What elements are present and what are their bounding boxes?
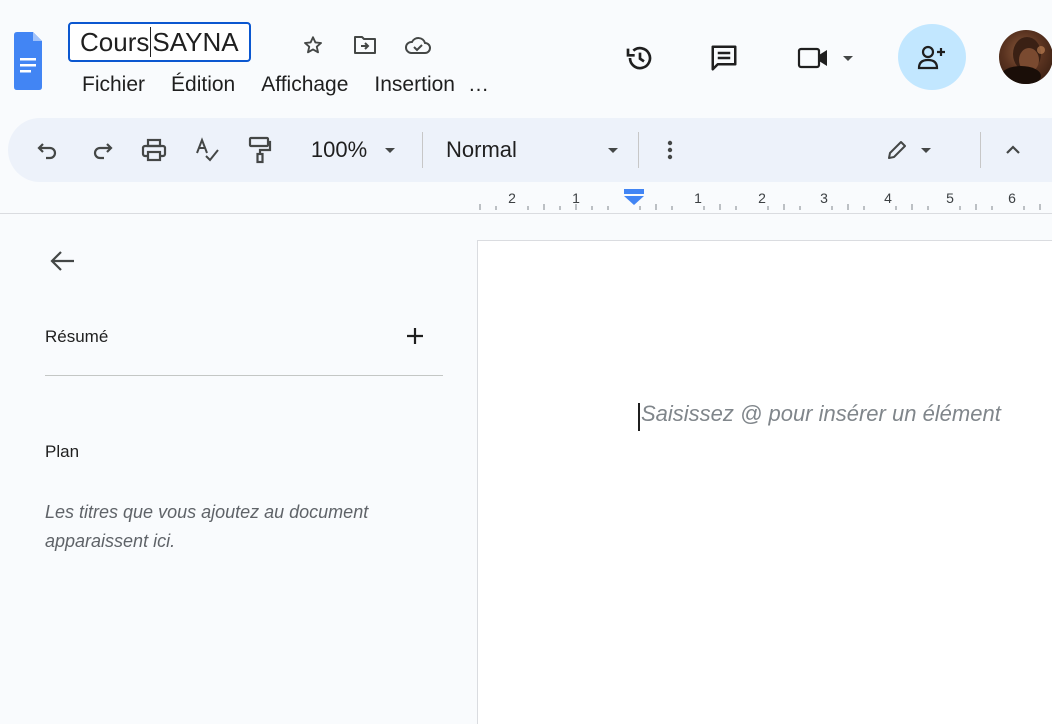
ruler-label: 1 bbox=[572, 190, 580, 206]
chevron-up-icon bbox=[1006, 145, 1020, 154]
google-docs-app: Cours SAYNA Fichier Édition Affichage In… bbox=[0, 0, 1052, 724]
main-toolbar: 100% Normal bbox=[8, 118, 1052, 182]
add-summary-button[interactable] bbox=[400, 321, 430, 351]
toolbar-divider bbox=[422, 132, 423, 168]
panel-divider bbox=[45, 375, 443, 376]
ruler-label: 1 bbox=[694, 190, 702, 206]
chevron-down-icon bbox=[921, 148, 931, 153]
zoom-select[interactable]: 100% bbox=[298, 118, 410, 182]
ruler-label: 5 bbox=[946, 190, 954, 206]
text-cursor bbox=[638, 403, 640, 431]
top-header: Cours SAYNA Fichier Édition Affichage In… bbox=[0, 0, 1052, 112]
print-icon bbox=[141, 138, 167, 162]
print-button[interactable] bbox=[136, 118, 172, 182]
paint-format-button[interactable] bbox=[242, 118, 278, 182]
toolbar-divider bbox=[638, 132, 639, 168]
chevron-down-icon bbox=[843, 56, 853, 61]
ruler-label: 4 bbox=[884, 190, 892, 206]
move-folder-icon[interactable] bbox=[350, 32, 380, 58]
more-options-button[interactable] bbox=[658, 118, 682, 182]
document-title-input[interactable]: Cours SAYNA bbox=[68, 22, 251, 62]
editing-mode-button[interactable] bbox=[874, 118, 944, 182]
chevron-down-icon bbox=[385, 148, 396, 153]
undo-button[interactable] bbox=[32, 118, 64, 182]
chevron-down-icon bbox=[608, 148, 618, 153]
ruler-label: 2 bbox=[508, 190, 516, 206]
meet-camera-button[interactable] bbox=[790, 38, 862, 78]
cloud-saved-icon[interactable] bbox=[402, 32, 434, 58]
outline-label: Plan bbox=[45, 442, 80, 461]
docs-logo-icon[interactable] bbox=[14, 32, 42, 90]
summary-label: Résumé bbox=[45, 327, 109, 346]
meet-camera-icon bbox=[797, 47, 827, 69]
ruler-label: 6 bbox=[1008, 190, 1016, 206]
menu-view[interactable]: Affichage bbox=[248, 73, 361, 97]
toolbar-divider bbox=[980, 132, 981, 168]
share-button[interactable] bbox=[898, 24, 966, 90]
history-icon[interactable] bbox=[620, 38, 660, 78]
document-page[interactable]: Saisissez @ pour insérer un élément bbox=[477, 240, 1052, 724]
redo-icon bbox=[93, 143, 113, 160]
document-title-part2: SAYNA bbox=[152, 26, 239, 57]
more-vert-icon bbox=[667, 140, 673, 160]
menu-insert[interactable]: Insertion bbox=[361, 73, 468, 97]
redo-button[interactable] bbox=[86, 118, 118, 182]
body-placeholder: Saisissez @ pour insérer un élément bbox=[641, 401, 1001, 426]
outline-empty-hint: Les titres que vous ajoutez au document … bbox=[45, 502, 369, 551]
paragraph-style-value: Normal bbox=[446, 137, 517, 162]
paragraph-style-select[interactable]: Normal bbox=[440, 118, 626, 182]
ruler-label: 3 bbox=[820, 190, 828, 206]
person-add-icon bbox=[917, 45, 945, 70]
spellcheck-button[interactable] bbox=[190, 118, 224, 182]
menu-more[interactable]: … bbox=[468, 73, 502, 97]
menu-file[interactable]: Fichier bbox=[70, 73, 158, 97]
collapse-toolbar-button[interactable] bbox=[996, 118, 1030, 182]
close-outline-button[interactable] bbox=[44, 243, 80, 279]
ruler-label: 2 bbox=[758, 190, 766, 206]
comments-icon[interactable] bbox=[704, 38, 744, 78]
plus-icon bbox=[407, 328, 423, 344]
star-icon[interactable] bbox=[300, 32, 326, 58]
document-title-part1: Cours bbox=[80, 26, 150, 57]
indent-marker[interactable] bbox=[624, 189, 644, 205]
horizontal-ruler[interactable]: 2 1 1 2 3 4 5 6 bbox=[476, 184, 1052, 214]
paint-format-icon bbox=[248, 136, 272, 164]
avatar[interactable] bbox=[999, 30, 1052, 84]
pencil-icon bbox=[888, 141, 906, 159]
menu-edit[interactable]: Édition bbox=[158, 73, 248, 97]
document-outline-panel: Résumé Plan Les titres que vous ajoutez … bbox=[0, 215, 476, 724]
zoom-value: 100% bbox=[310, 137, 368, 162]
menu-bar: Fichier Édition Affichage Insertion … bbox=[70, 70, 502, 100]
undo-icon bbox=[37, 143, 57, 160]
text-cursor bbox=[150, 27, 152, 57]
arrow-back-icon bbox=[50, 251, 74, 271]
spellcheck-icon bbox=[196, 137, 219, 162]
